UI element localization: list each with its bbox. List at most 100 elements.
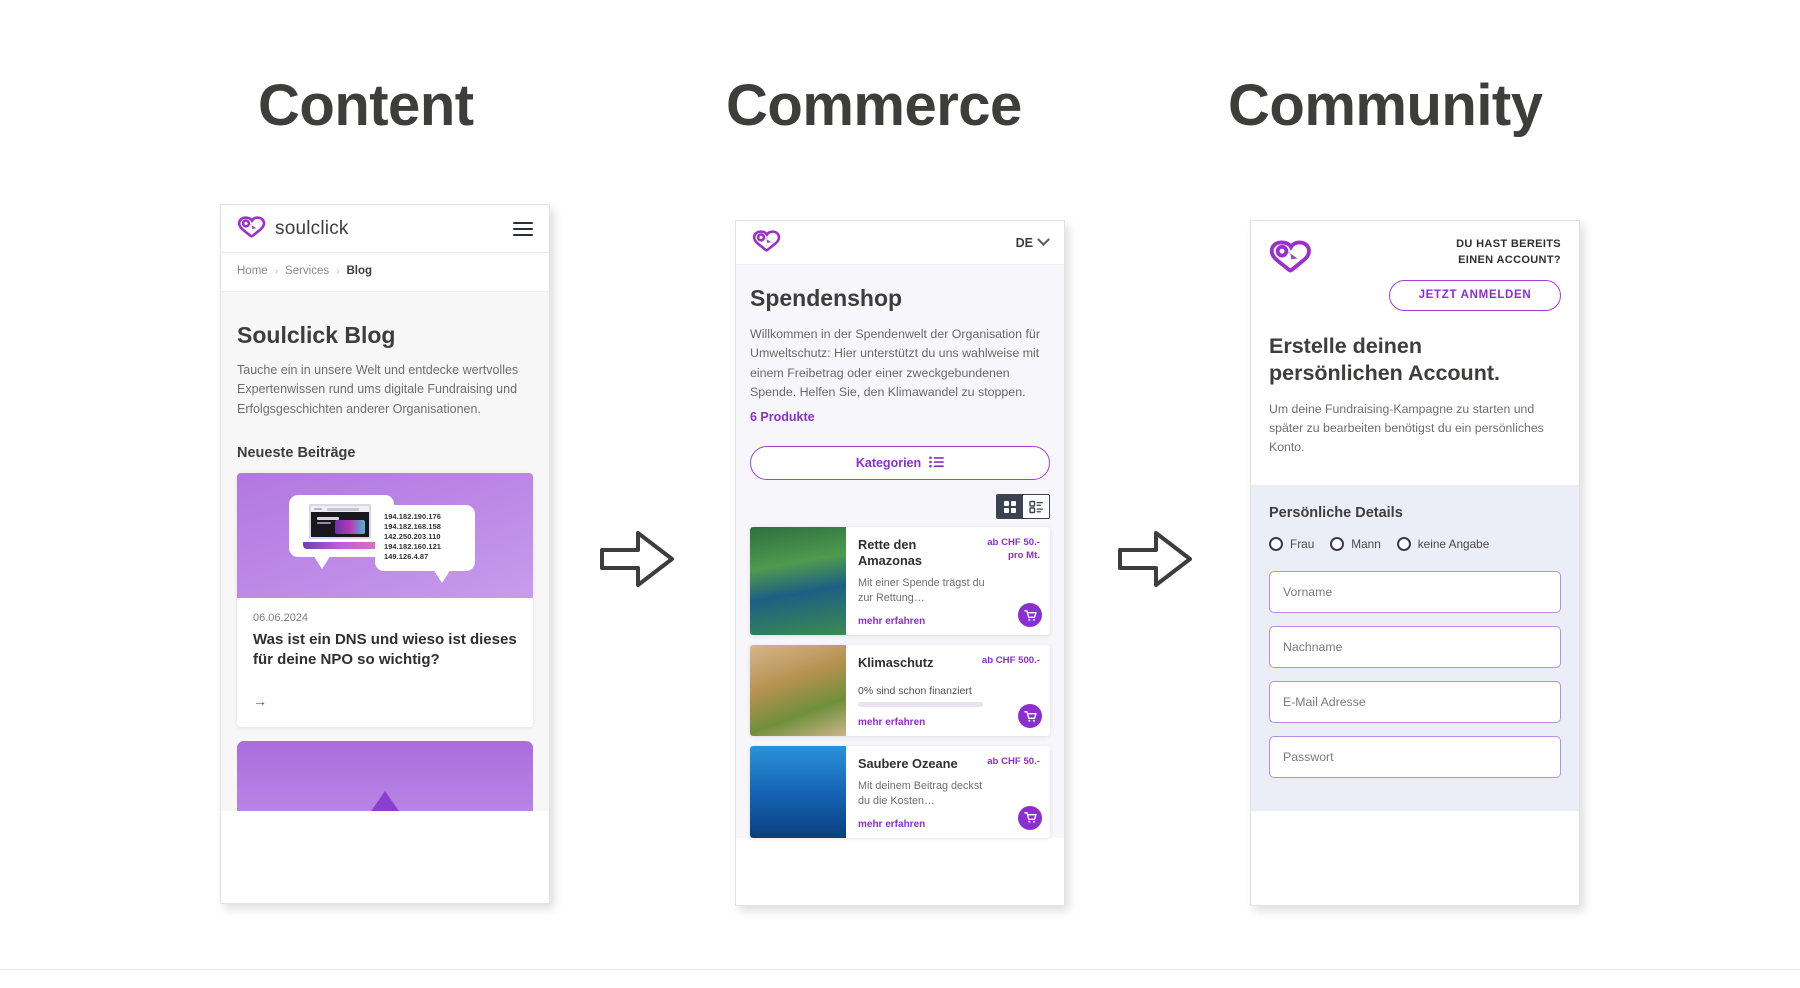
latest-posts-heading: Neueste Beiträge — [237, 445, 356, 462]
content-body: Soulclick Blog Tauche ein in unsere Welt… — [221, 292, 549, 811]
ip-address: 194.182.168.158 — [384, 521, 441, 531]
blog-post-card[interactable]: 194.182.190.176 194.182.168.158 142.250.… — [237, 473, 533, 727]
soulclick-heart-logo-icon[interactable] — [1269, 237, 1313, 311]
categories-button-label: Kategorien — [855, 456, 922, 471]
shop-lead: Willkommen in der Spendenwelt der Organi… — [750, 327, 1040, 400]
section-heading-commerce: Commerce — [726, 73, 1022, 138]
product-details: Saubere Ozeane ab CHF 50.- Mit deinem Be… — [846, 746, 1050, 838]
language-selector-value: DE — [1015, 235, 1033, 250]
hamburger-bar — [513, 221, 533, 224]
ip-address: 194.182.160.121 — [384, 541, 441, 551]
hamburger-bar — [513, 227, 533, 230]
product-price: ab CHF 500.- — [981, 655, 1040, 667]
laptop-illustration-icon — [303, 504, 379, 550]
product-card[interactable]: Saubere Ozeane ab CHF 50.- Mit deinem Be… — [750, 746, 1050, 838]
post-title: Was ist ein DNS und wieso ist dieses für… — [253, 631, 517, 669]
hamburger-icon[interactable] — [513, 221, 533, 236]
section-heading-community: Community — [1228, 73, 1543, 138]
vorname-input[interactable]: Vorname — [1269, 571, 1561, 614]
product-card[interactable]: Rette den Amazonas ab CHF 50.- pro Mt. M… — [750, 527, 1050, 636]
product-details: Klimaschutz ab CHF 500.- 0% sind schon f… — [846, 645, 1050, 736]
ip-address: 149.126.4.87 — [384, 551, 429, 561]
product-image-ozeane — [750, 746, 846, 838]
nachname-input[interactable]: Nachname — [1269, 626, 1561, 669]
form-section-heading: Persönliche Details — [1269, 505, 1403, 522]
product-funding-label: 0% sind schon finanziert — [858, 685, 972, 698]
laptop-bubble-tail — [313, 555, 331, 570]
hamburger-bar — [513, 233, 533, 236]
page-lead: Tauche ein in unsere Welt und entdecke w… — [237, 363, 519, 416]
phone-mockup-commerce: DE Spendenshop Willkommen in der Spenden… — [735, 220, 1065, 906]
chevron-right-icon: › — [336, 265, 340, 277]
post-read-more-arrow-icon[interactable]: → — [237, 671, 533, 727]
phone-mockup-content: soulclick Home › Services › Blog Soulcli… — [220, 204, 550, 904]
grid-view-icon[interactable] — [997, 495, 1023, 519]
shopping-cart-icon[interactable] — [1018, 704, 1042, 729]
chevron-right-icon: › — [274, 265, 279, 277]
product-name: Rette den Amazonas — [858, 537, 923, 569]
list-icon — [929, 456, 945, 471]
product-description: Mit deinem Beitrag deckst du die Kosten… — [858, 780, 983, 807]
breadcrumb-item-home[interactable]: Home — [237, 265, 268, 277]
product-more-link[interactable]: mehr erfahren — [858, 717, 1040, 728]
breadcrumb-item-services[interactable]: Services — [285, 265, 329, 277]
phone-mockup-community: DU HAST BEREITS EINEN ACCOUNT? JETZT ANM… — [1250, 220, 1580, 906]
community-intro: Erstelle deinen persönlichen Account. Um… — [1251, 328, 1579, 486]
email-input[interactable]: E-Mail Adresse — [1269, 681, 1561, 724]
flow-arrow-icon-1 — [596, 524, 680, 599]
product-card[interactable]: Klimaschutz ab CHF 500.- 0% sind schon f… — [750, 645, 1050, 737]
product-price: ab CHF 50.- — [987, 756, 1040, 768]
shopping-cart-icon[interactable] — [1018, 603, 1042, 628]
radio-label-mann: Mann — [1351, 537, 1381, 552]
passwort-input[interactable]: Passwort — [1269, 736, 1561, 779]
post-hero-image: 194.182.190.176 194.182.168.158 142.250.… — [237, 473, 533, 599]
chevron-down-icon — [1037, 233, 1050, 247]
product-name: Saubere Ozeane — [858, 756, 958, 772]
soulclick-heart-logo-icon[interactable] — [752, 228, 782, 257]
ip-address: 194.182.190.176 — [384, 512, 441, 522]
product-description: Mit einer Spende trägst du zur Rettung… — [858, 577, 985, 605]
existing-account-prompt-line1: DU HAST BEREITS — [1456, 238, 1561, 250]
ip-address: 142.250.203.110 — [384, 531, 441, 541]
commerce-body: Spendenshop Willkommen in der Spendenwel… — [736, 265, 1064, 838]
poster-canvas: Content Commerce Community soulclick Hom… — [0, 0, 1800, 988]
footer-divider — [0, 969, 1800, 970]
breadcrumb: Home › Services › Blog — [221, 253, 549, 292]
brand-name: soulclick — [275, 217, 349, 239]
language-selector[interactable]: DE — [1015, 233, 1050, 250]
shopping-cart-icon[interactable] — [1018, 805, 1042, 830]
radio-mann[interactable] — [1330, 537, 1345, 552]
flow-arrow-icon-2 — [1114, 524, 1198, 599]
salutation-radio-group: Frau Mann keine Angabe — [1269, 537, 1561, 552]
product-more-link[interactable]: mehr erfahren — [858, 819, 1040, 830]
product-count: 6 Produkte — [750, 410, 815, 425]
list-view-icon[interactable] — [1023, 495, 1049, 519]
community-topbar: DU HAST BEREITS EINEN ACCOUNT? JETZT ANM… — [1251, 221, 1579, 329]
login-button[interactable]: JETZT ANMELDEN — [1389, 279, 1561, 311]
radio-label-keine-angabe: keine Angabe — [1417, 537, 1490, 552]
breadcrumb-item-blog: Blog — [346, 265, 373, 277]
view-mode-toggle[interactable] — [996, 494, 1050, 520]
radio-label-frau: Frau — [1290, 537, 1315, 552]
product-image-amazon — [750, 527, 846, 636]
radio-keine-angabe[interactable] — [1396, 537, 1411, 552]
product-name: Klimaschutz — [858, 655, 934, 671]
product-price: ab CHF 50.- pro Mt. — [987, 537, 1040, 561]
radio-frau[interactable] — [1269, 537, 1283, 552]
promo-chevron-shape — [353, 790, 417, 811]
ip-bubble-tail — [433, 569, 451, 584]
ip-speech-bubble: 194.182.190.176 194.182.168.158 142.250.… — [375, 505, 475, 572]
promo-card[interactable] — [237, 740, 533, 811]
shop-title: Spendenshop — [750, 285, 903, 311]
existing-account-block: DU HAST BEREITS EINEN ACCOUNT? JETZT ANM… — [1389, 237, 1561, 311]
product-funding-bar — [858, 702, 983, 708]
product-more-link[interactable]: mehr erfahren — [858, 616, 1040, 627]
signup-form: Persönliche Details Frau Mann keine Anga… — [1251, 485, 1579, 812]
brand-logo[interactable]: soulclick — [237, 214, 349, 243]
product-image-klimaschutz — [750, 645, 846, 737]
existing-account-prompt-line2: EINEN ACCOUNT? — [1458, 253, 1561, 266]
categories-button[interactable]: Kategorien — [750, 446, 1050, 481]
product-details: Rette den Amazonas ab CHF 50.- pro Mt. M… — [846, 527, 1050, 635]
signup-title: Erstelle deinen persönlichen Account. — [1269, 333, 1500, 386]
page-title: Soulclick Blog — [237, 322, 396, 348]
